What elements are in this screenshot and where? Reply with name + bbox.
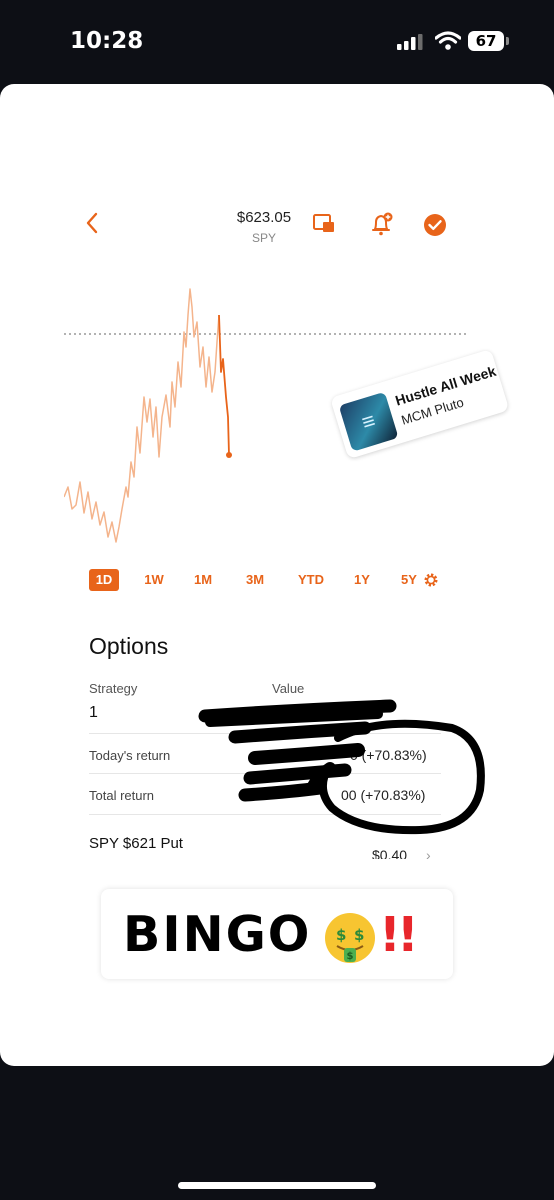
album-logo-icon: ≡ <box>358 407 379 436</box>
album-art: ≡ <box>338 391 399 452</box>
caption-text: BINGO <box>123 906 312 963</box>
svg-text:$: $ <box>354 926 364 944</box>
svg-text:$: $ <box>347 951 354 962</box>
redaction-scribble <box>198 699 485 835</box>
svg-text:$: $ <box>336 926 346 944</box>
double-exclamation-icon: !! <box>379 907 419 963</box>
home-indicator[interactable] <box>178 1182 376 1189</box>
money-mouth-face-icon: $ $ $ <box>325 913 375 963</box>
caption-sticker[interactable]: BINGO $ $ $ !! <box>101 889 453 979</box>
